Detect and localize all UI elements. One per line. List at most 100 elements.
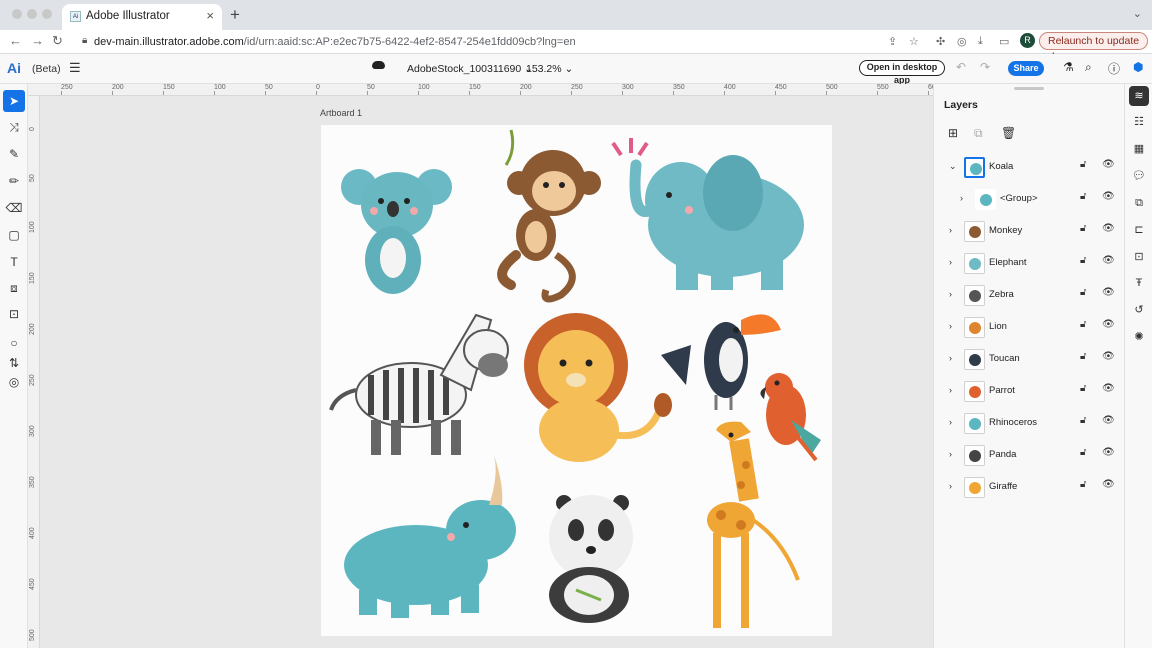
- text-icon[interactable]: Ŧ: [1129, 273, 1149, 293]
- chevron-right-icon[interactable]: ›: [949, 321, 952, 331]
- type-tool-icon[interactable]: T: [3, 251, 25, 273]
- comments-icon[interactable]: 💬︎: [1129, 166, 1149, 186]
- copy-icon[interactable]: ⧉: [1129, 193, 1149, 213]
- path-icon[interactable]: ↺: [1129, 300, 1149, 320]
- visibility-eye-icon[interactable]: 👁︎: [1102, 479, 1115, 490]
- url-field[interactable]: 🔒︎ dev-main.illustrator.adobe.com/id/urn…: [72, 33, 872, 52]
- transform-icon[interactable]: ⊡: [1129, 247, 1149, 267]
- redo-icon[interactable]: ↷: [980, 60, 990, 74]
- layer-row[interactable]: › Panda 🔓︎ 👁︎: [934, 442, 1125, 470]
- window-close-dot[interactable]: [12, 9, 22, 19]
- forward-icon[interactable]: →: [31, 33, 44, 48]
- zoom-dropdown[interactable]: 153.2% ⌄: [526, 63, 573, 75]
- layer-row[interactable]: › Elephant 🔓︎ 👁︎: [934, 250, 1125, 278]
- chevron-right-icon[interactable]: ›: [949, 353, 952, 363]
- visibility-eye-icon[interactable]: 👁︎: [1102, 191, 1115, 202]
- layer-name[interactable]: Lion: [989, 321, 1007, 332]
- visibility-eye-icon[interactable]: 👁︎: [1102, 287, 1115, 298]
- share-button[interactable]: Share: [1008, 61, 1044, 76]
- layer-row[interactable]: ⌄ Koala 🔓︎ 👁︎: [934, 154, 1125, 182]
- lock-icon[interactable]: 🔓︎: [1080, 319, 1086, 330]
- layer-row[interactable]: › <Group> 🔓︎ 👁︎: [934, 186, 1125, 214]
- relaunch-button[interactable]: Relaunch to update ⋮: [1039, 32, 1148, 63]
- lock-icon[interactable]: 🔓︎: [1080, 287, 1086, 298]
- help-icon[interactable]: ⓘ: [1108, 60, 1120, 77]
- add-layer-icon[interactable]: ⊞: [948, 126, 958, 140]
- visibility-eye-icon[interactable]: 👁︎: [1102, 351, 1115, 362]
- layer-name[interactable]: Giraffe: [989, 481, 1017, 492]
- layers-icon[interactable]: ≋: [1129, 86, 1149, 106]
- lock-icon[interactable]: 🔓︎: [1080, 159, 1086, 170]
- stroke-color-icon[interactable]: ◎: [3, 371, 25, 393]
- libraries-icon[interactable]: ▦: [1129, 139, 1149, 159]
- document-name-dropdown[interactable]: AdobeStock_100311690 ⌄: [407, 63, 533, 75]
- browser-tab[interactable]: Ai Adobe Illustrator ×: [62, 4, 222, 30]
- share-page-icon[interactable]: ⇪: [888, 35, 897, 48]
- layer-row[interactable]: › Giraffe 🔓︎ 👁︎: [934, 474, 1125, 502]
- pen-tool-icon[interactable]: ✎: [3, 143, 25, 165]
- menu-icon[interactable]: ☰: [69, 60, 81, 76]
- back-icon[interactable]: ←: [9, 33, 22, 48]
- layer-row[interactable]: › Lion 🔓︎ 👁︎: [934, 314, 1125, 342]
- new-tab-icon[interactable]: +: [230, 5, 240, 25]
- visibility-eye-icon[interactable]: 👁︎: [1102, 447, 1115, 458]
- properties-icon[interactable]: ☷: [1129, 112, 1149, 132]
- flask-icon[interactable]: ⚗: [1063, 60, 1074, 74]
- layer-name[interactable]: Rhinoceros: [989, 417, 1037, 428]
- illustrator-logo[interactable]: Ai: [7, 60, 21, 76]
- pencil-tool-icon[interactable]: ✏: [3, 170, 25, 192]
- lock-icon[interactable]: 🔓︎: [1080, 223, 1086, 234]
- artboard[interactable]: [321, 125, 832, 636]
- layer-name[interactable]: Parrot: [989, 385, 1015, 396]
- chevron-right-icon[interactable]: ›: [949, 289, 952, 299]
- panel-grip[interactable]: [1014, 87, 1044, 90]
- cube-icon[interactable]: ⬢: [1133, 60, 1143, 74]
- layer-row[interactable]: › Zebra 🔓︎ 👁︎: [934, 282, 1125, 310]
- layer-name[interactable]: <Group>: [1000, 193, 1038, 204]
- eraser-tool-icon[interactable]: ⌫: [3, 197, 25, 219]
- visibility-eye-icon[interactable]: 👁︎: [1102, 415, 1115, 426]
- animal-artwork[interactable]: [321, 125, 832, 636]
- lock-icon[interactable]: 🔓︎: [1080, 479, 1086, 490]
- lock-icon[interactable]: 🔓︎: [1080, 447, 1086, 458]
- window-minimize-dot[interactable]: [27, 9, 37, 19]
- lock-icon[interactable]: 🔓︎: [1080, 415, 1086, 426]
- search-icon[interactable]: ⌕: [1085, 60, 1092, 75]
- selection-tool-icon[interactable]: ➤: [3, 90, 25, 112]
- chevron-right-icon[interactable]: ›: [949, 225, 952, 235]
- layer-row[interactable]: › Monkey 🔓︎ 👁︎: [934, 218, 1125, 246]
- transform-tool-icon[interactable]: ⧈: [3, 277, 25, 299]
- layer-name[interactable]: Toucan: [989, 353, 1020, 364]
- lock-icon[interactable]: 🔓︎: [1080, 255, 1086, 266]
- visibility-eye-icon[interactable]: 👁︎: [1102, 383, 1115, 394]
- chevron-down-icon[interactable]: ⌄: [1133, 7, 1142, 20]
- open-in-desktop-button[interactable]: Open in desktop app: [859, 60, 945, 85]
- trash-icon[interactable]: 🗑︎: [1001, 126, 1016, 140]
- layer-name[interactable]: Zebra: [989, 289, 1014, 300]
- profile-avatar[interactable]: R: [1020, 33, 1035, 48]
- chevron-down-icon[interactable]: ⌄: [949, 161, 957, 172]
- lock-icon[interactable]: 🔓︎: [1080, 383, 1086, 394]
- visibility-eye-icon[interactable]: 👁︎: [1102, 159, 1115, 170]
- close-tab-icon[interactable]: ×: [206, 8, 214, 23]
- extensions-icon[interactable]: ✣: [936, 35, 945, 48]
- window-maximize-dot[interactable]: [42, 9, 52, 19]
- lock-icon[interactable]: 🔓︎: [1080, 191, 1086, 202]
- layer-name[interactable]: Elephant: [989, 257, 1027, 268]
- chevron-right-icon[interactable]: ›: [949, 481, 952, 491]
- rectangle-tool-icon[interactable]: ▢: [3, 224, 25, 246]
- layer-name[interactable]: Koala: [989, 161, 1013, 172]
- visibility-eye-icon[interactable]: 👁︎: [1102, 223, 1115, 234]
- visibility-eye-icon[interactable]: 👁︎: [1102, 319, 1115, 330]
- chevron-right-icon[interactable]: ›: [949, 449, 952, 459]
- layer-row[interactable]: › Rhinoceros 🔓︎ 👁︎: [934, 410, 1125, 438]
- sidepanel-icon[interactable]: ▭: [999, 35, 1009, 48]
- layer-name[interactable]: Monkey: [989, 225, 1022, 236]
- chevron-right-icon[interactable]: ›: [949, 257, 952, 267]
- lock-icon[interactable]: 🔓︎: [1080, 351, 1086, 362]
- layer-row[interactable]: › Toucan 🔓︎ 👁︎: [934, 346, 1125, 374]
- chevron-right-icon[interactable]: ›: [960, 193, 963, 203]
- bookmark-star-icon[interactable]: ☆: [909, 35, 919, 48]
- plugins-icon[interactable]: ✺: [1129, 327, 1149, 347]
- fill-color-icon[interactable]: ○: [3, 332, 25, 354]
